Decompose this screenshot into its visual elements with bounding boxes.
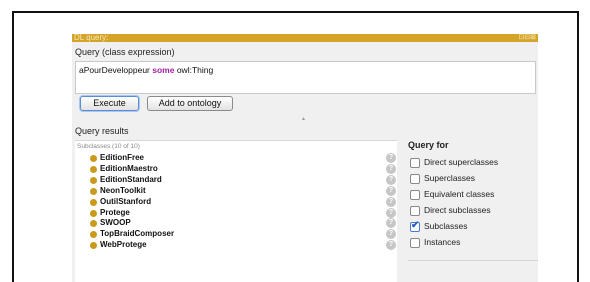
checkbox[interactable] xyxy=(410,174,420,184)
class-bullet-icon xyxy=(90,176,97,184)
result-row[interactable]: EditionFree? xyxy=(75,153,397,163)
page-frame-right xyxy=(577,11,579,282)
explain-help-icon[interactable]: ? xyxy=(386,218,396,229)
class-bullet-icon xyxy=(90,231,97,239)
add-to-ontology-button[interactable]: Add to ontology xyxy=(147,96,233,111)
option-label: Superclasses xyxy=(424,173,476,183)
class-bullet-icon xyxy=(90,187,97,195)
class-bullet-icon xyxy=(90,198,97,206)
class-bullet-icon xyxy=(90,242,97,250)
option-label: Equivalent classes xyxy=(424,189,495,199)
explain-help-icon[interactable]: ? xyxy=(386,185,396,196)
result-class-name: WebProtege xyxy=(100,240,147,250)
result-class-name: NeonToolkit xyxy=(100,185,146,195)
result-class-name: Protege xyxy=(100,207,130,217)
split-handle-icon[interactable]: ▴ xyxy=(302,116,306,122)
query-keyword: some xyxy=(152,65,175,75)
query-expression-suffix: owl:Thing xyxy=(174,65,214,75)
page-frame-left xyxy=(12,11,14,282)
result-row[interactable]: OutilStanford? xyxy=(75,196,397,207)
result-row[interactable]: NeonToolkit? xyxy=(75,185,397,196)
panel-titlebar: DL query: ⊡⊟⊠ xyxy=(72,34,538,42)
class-bullet-icon xyxy=(90,155,97,162)
result-class-name: EditionFree xyxy=(100,153,145,162)
result-class-name: EditionStandard xyxy=(100,174,162,184)
option-label: Instances xyxy=(424,237,461,247)
explain-help-icon[interactable]: ? xyxy=(386,174,396,185)
class-bullet-icon xyxy=(90,220,97,228)
result-row[interactable]: SWOOP? xyxy=(75,218,397,229)
query-label: Query (class expression) xyxy=(75,47,175,57)
result-class-name: OutilStanford xyxy=(100,196,152,206)
explain-help-icon[interactable]: ? xyxy=(386,196,396,207)
result-class-name: EditionMaestro xyxy=(100,163,158,173)
result-row[interactable]: WebProtege? xyxy=(75,240,397,251)
options-divider xyxy=(408,260,538,261)
result-row[interactable]: TopBraidComposer? xyxy=(75,229,397,240)
explain-help-icon[interactable]: ? xyxy=(386,163,396,174)
checkmark-icon: ✔ xyxy=(411,220,420,231)
option-label: Direct superclasses xyxy=(424,157,499,167)
query-expression-prefix: aPourDeveloppeur xyxy=(79,65,153,75)
query-for-label: Query for xyxy=(408,140,449,150)
checkbox[interactable]: ✔ xyxy=(410,220,420,232)
option-label: Subclasses xyxy=(424,221,468,231)
class-bullet-icon xyxy=(90,165,97,173)
checkbox[interactable] xyxy=(410,238,420,248)
result-class-name: SWOOP xyxy=(100,218,131,228)
class-bullet-icon xyxy=(90,209,97,217)
panel-title: DL query: xyxy=(74,34,109,42)
checkbox[interactable] xyxy=(410,158,420,168)
explain-help-icon[interactable]: ? xyxy=(386,207,396,218)
checkbox[interactable] xyxy=(410,206,420,216)
query-expression: aPourDeveloppeur some owl:Thing xyxy=(79,65,213,75)
explain-help-icon[interactable]: ? xyxy=(386,229,396,240)
query-results-list[interactable]: Subclasses (10 of 10) EditionFree? Editio… xyxy=(75,140,397,282)
result-class-name: TopBraidComposer xyxy=(100,229,175,239)
explain-help-icon[interactable]: ? xyxy=(386,153,396,163)
result-row[interactable]: Protege? xyxy=(75,207,397,218)
option-label: Direct subclasses xyxy=(424,205,491,215)
dl-query-panel: DL query: ⊡⊟⊠ Query (class expression) a… xyxy=(72,34,538,282)
result-row[interactable]: EditionStandard? xyxy=(75,174,397,185)
subclasses-header: Subclasses (10 of 10) xyxy=(77,143,140,150)
result-row[interactable]: EditionMaestro? xyxy=(75,163,397,174)
checkbox[interactable] xyxy=(410,190,420,200)
page-frame-top xyxy=(12,11,578,13)
execute-button[interactable]: Execute xyxy=(80,96,139,111)
window-controls-icon[interactable]: ⊡⊟⊠ xyxy=(518,34,536,42)
explain-help-icon[interactable]: ? xyxy=(386,240,396,251)
query-editor[interactable]: aPourDeveloppeur some owl:Thing xyxy=(75,61,536,94)
query-results-label: Query results xyxy=(75,126,129,136)
